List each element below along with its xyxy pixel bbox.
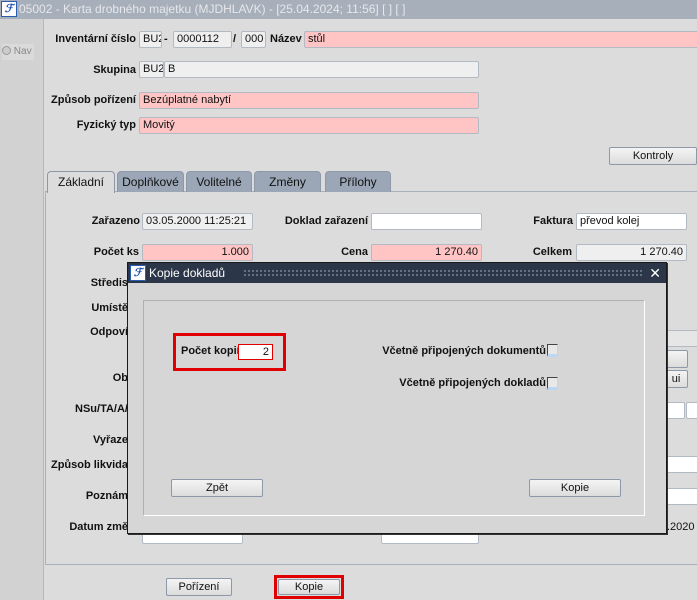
dialog-title: Kopie dokladů (149, 266, 226, 280)
skupina-code-field[interactable]: BU2 (139, 61, 164, 78)
partial-date: .2020 (667, 521, 695, 533)
nazev-label: Název (270, 33, 302, 45)
zpusob-likvidace-label: Způsob likvida (50, 459, 128, 471)
nazev-field[interactable]: stůl (304, 31, 697, 48)
inv-number-field[interactable]: 0000112 (173, 31, 232, 48)
celkem-label: Celkem (532, 246, 572, 258)
dialog-titlebar[interactable]: ℱ Kopie dokladů ✕ (128, 263, 666, 283)
pocet-field[interactable]: 1.000 (142, 244, 253, 261)
typ-label: Fyzický typ (76, 119, 136, 131)
typ-field[interactable]: Movitý (139, 117, 479, 134)
partial-button[interactable] (664, 350, 688, 368)
radio-icon (2, 46, 11, 55)
skupina-field[interactable]: B (164, 61, 479, 78)
kopie-dialog: ℱ Kopie dokladů ✕ Počet kopií 2 Včetně p… (127, 262, 667, 534)
partial-button-ui[interactable]: ui (664, 370, 688, 388)
nsu-label: NSu/TA/A/ (75, 403, 128, 415)
faktura-label: Faktura (533, 215, 573, 227)
tab-doplnkove[interactable]: Doplňkové (117, 171, 184, 192)
zarazeno-label: Zařazeno (91, 215, 140, 227)
inv-separator: - (164, 33, 168, 45)
dialog-kopie-button[interactable]: Kopie (529, 479, 621, 497)
app-logo-icon: ℱ (1, 1, 17, 17)
doklady-label: Včetně připojených dokladů (399, 377, 546, 389)
doklad-field[interactable] (371, 213, 482, 230)
partial-field[interactable] (666, 402, 685, 419)
nav-toggle[interactable]: Nav (2, 44, 34, 60)
inv-suffix-field[interactable]: 000 (241, 31, 266, 48)
tab-zmeny[interactable]: Změny (254, 171, 321, 192)
stredisko-label: Středis (90, 277, 128, 289)
vyrazeno-label: Vyřaze (92, 434, 128, 446)
kopie-button[interactable]: Kopie (278, 579, 340, 595)
partial-field[interactable] (666, 456, 697, 473)
tab-zakladni[interactable]: Základní (47, 171, 115, 193)
tab-volitelne[interactable]: Volitelné (186, 171, 252, 192)
inv-slash: / (233, 33, 237, 45)
skupina-label: Skupina (93, 64, 136, 76)
doklad-label: Doklad zařazení (284, 215, 368, 227)
zpet-button[interactable]: Zpět (171, 479, 263, 497)
poznamka-label: Poznám (85, 490, 128, 502)
close-icon[interactable]: ✕ (649, 263, 661, 283)
odpovedny-label: Odpoví (90, 326, 128, 338)
pocet-label: Počet ks (93, 246, 139, 258)
cena-field[interactable]: 1 270.40 (371, 244, 482, 261)
celkem-field[interactable]: 1 270.40 (576, 244, 687, 261)
ob-label: Ob (112, 372, 128, 384)
app-logo-icon: ℱ (130, 265, 146, 281)
zpusob-label: Způsob pořízení (51, 94, 136, 106)
partial-field[interactable] (666, 488, 697, 505)
pocet-kopii-input[interactable]: 2 (238, 344, 273, 360)
zpusob-field[interactable]: Bezúplatné nabytí (139, 92, 479, 109)
zarazeno-field[interactable]: 03.05.2000 11:25:21 (142, 213, 253, 230)
tab-prilohy[interactable]: Přílohy (325, 171, 391, 192)
nav-sidebar: Nav (0, 19, 44, 600)
window-titlebar: ℱ 05002 - Karta drobného majetku (MJDHLA… (0, 0, 697, 19)
cena-label: Cena (341, 246, 368, 258)
partial-field[interactable] (666, 330, 697, 347)
dokumenty-checkbox[interactable] (547, 344, 558, 357)
partial-field[interactable] (686, 402, 697, 419)
pocet-kopii-label: Počet kopií (181, 345, 240, 357)
window-title: 05002 - Karta drobného majetku (MJDHLAVK… (19, 2, 406, 16)
kontroly-button[interactable]: Kontroly (609, 147, 697, 165)
inv-label: Inventární číslo (55, 33, 136, 45)
doklady-checkbox[interactable] (547, 377, 558, 390)
datum-zmeny-label: Datum změ (69, 521, 128, 533)
nav-label: Nav (13, 46, 32, 57)
faktura-field[interactable]: převod kolej (576, 213, 687, 230)
umisteni-label: Umístě (91, 302, 128, 314)
drag-handle[interactable] (243, 269, 643, 277)
dokumenty-label: Včetně připojených dokumentů (382, 345, 546, 357)
porizeni-button[interactable]: Pořízení (166, 578, 232, 596)
inv-prefix-field[interactable]: BU2 (139, 31, 162, 48)
